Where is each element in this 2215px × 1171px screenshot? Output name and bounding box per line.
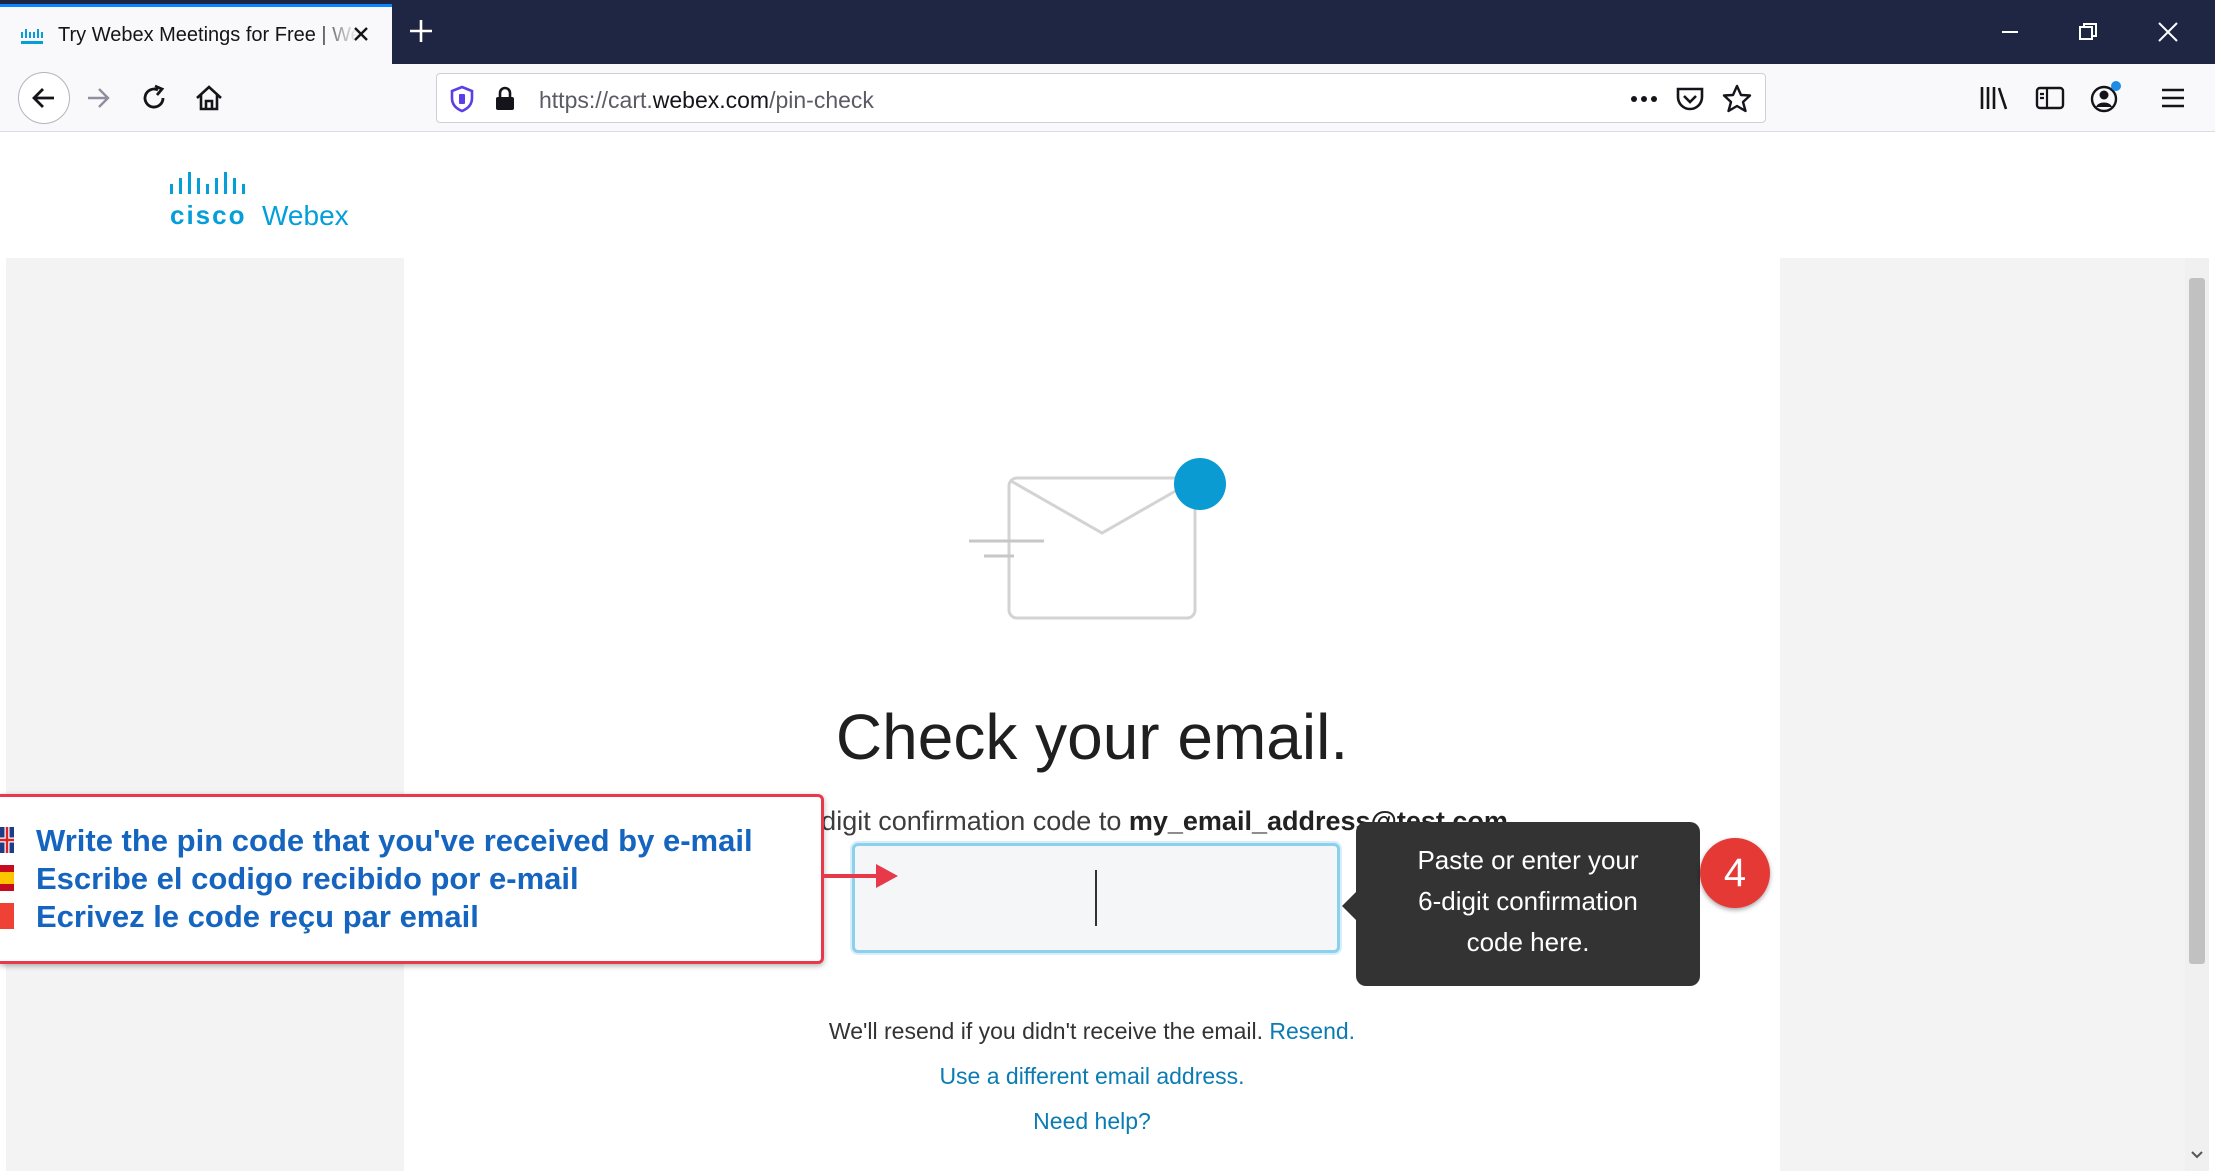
pin-code-input[interactable]: [852, 843, 1340, 953]
close-tab-icon[interactable]: [348, 21, 374, 47]
address-bar[interactable]: https://cart.webex.com/pin-check: [436, 73, 1766, 123]
browser-navbar: https://cart.webex.com/pin-check: [0, 64, 2215, 132]
different-email-link[interactable]: Use a different email address.: [939, 1063, 1244, 1089]
instruction-callout: Write the pin code that you've received …: [0, 794, 824, 964]
new-tab-plus-icon[interactable]: [404, 14, 438, 48]
email-envelope-icon: [969, 458, 1226, 620]
tab-title: Try Webex Meetings for Free | Webex: [58, 24, 358, 46]
hamburger-menu-icon[interactable]: [2158, 84, 2188, 112]
cisco-bars-icon: [170, 172, 245, 194]
cisco-webex-logo[interactable]: cisco Webex: [158, 170, 398, 231]
uk-flag-icon: [0, 827, 14, 853]
bookmark-star-icon[interactable]: [1721, 83, 1753, 115]
different-email-row: Use a different email address.: [404, 1063, 1780, 1090]
tooltip-line-2: 6-digit confirmation: [1418, 886, 1638, 916]
need-help-link[interactable]: Need help?: [1033, 1108, 1151, 1134]
text-caret: [1095, 870, 1097, 926]
logo-cisco-text: cisco: [170, 200, 247, 230]
instruction-french: Ecrivez le code reçu par email: [36, 899, 479, 934]
close-window-icon[interactable]: [2150, 14, 2186, 50]
url-path: /pin-check: [769, 87, 874, 113]
tracking-shield-icon[interactable]: [449, 85, 475, 113]
tooltip-line-3: code here.: [1466, 927, 1590, 957]
padlock-icon[interactable]: [493, 86, 517, 112]
cisco-favicon-icon: [21, 28, 43, 44]
step-number-badge: 4: [1700, 838, 1770, 908]
browser-titlebar: Try Webex Meetings for Free | Webex: [0, 0, 2215, 64]
resend-message: We'll resend if you didn't receive the e…: [404, 1018, 1780, 1045]
arrow-right-icon: [88, 88, 110, 108]
minimize-window-icon[interactable]: [1992, 14, 2028, 50]
page-title: Check your email.: [835, 701, 1349, 773]
need-help-row: Need help?: [404, 1108, 1780, 1135]
sidebar-toggle-icon[interactable]: [2034, 84, 2066, 112]
pin-check-card: Check your email. We sent a 6-digit conf…: [404, 258, 1780, 1171]
arrow-right-icon: [824, 864, 898, 888]
library-icon[interactable]: [1978, 84, 2010, 112]
site-header: cisco Webex: [6, 132, 2209, 258]
logo-webex-text: Webex: [262, 200, 349, 231]
spain-flag-icon: [0, 865, 14, 891]
restore-window-icon[interactable]: [2070, 14, 2106, 50]
screenshot: Try Webex Meetings for Free | Webex: [0, 0, 2215, 1171]
home-button[interactable]: [185, 74, 233, 122]
account-icon[interactable]: [2088, 80, 2124, 114]
pin-hint-tooltip: Paste or enter your 6-digit confirmation…: [1342, 822, 1700, 986]
resend-link[interactable]: Resend.: [1269, 1018, 1355, 1044]
france-flag-icon: [0, 903, 14, 929]
home-icon: [196, 85, 222, 111]
arrow-left-icon: [32, 88, 54, 108]
url-prefix: https://cart.: [539, 87, 653, 113]
more-actions-icon[interactable]: [1627, 87, 1661, 111]
chevron-down-icon[interactable]: [2189, 1147, 2205, 1163]
browser-tab-active[interactable]: Try Webex Meetings for Free | Webex: [0, 4, 392, 64]
page-viewport: cisco Webex Check your email. We sent a …: [6, 132, 2209, 1171]
reload-button[interactable]: [130, 74, 178, 122]
scrollbar-thumb[interactable]: [2189, 278, 2205, 964]
pocket-icon[interactable]: [1675, 85, 1705, 113]
forward-button[interactable]: [74, 74, 122, 122]
tooltip-line-1: Paste or enter your: [1417, 845, 1639, 875]
url-text[interactable]: https://cart.webex.com/pin-check: [539, 87, 874, 114]
back-button[interactable]: [18, 72, 70, 124]
instruction-english: Write the pin code that you've received …: [36, 823, 753, 858]
reload-icon: [143, 84, 165, 109]
instruction-spanish: Escribe el codigo recibido por e-mail: [36, 861, 579, 896]
resend-text: We'll resend if you didn't receive the e…: [828, 1018, 1270, 1044]
url-domain: webex.com: [652, 87, 770, 113]
